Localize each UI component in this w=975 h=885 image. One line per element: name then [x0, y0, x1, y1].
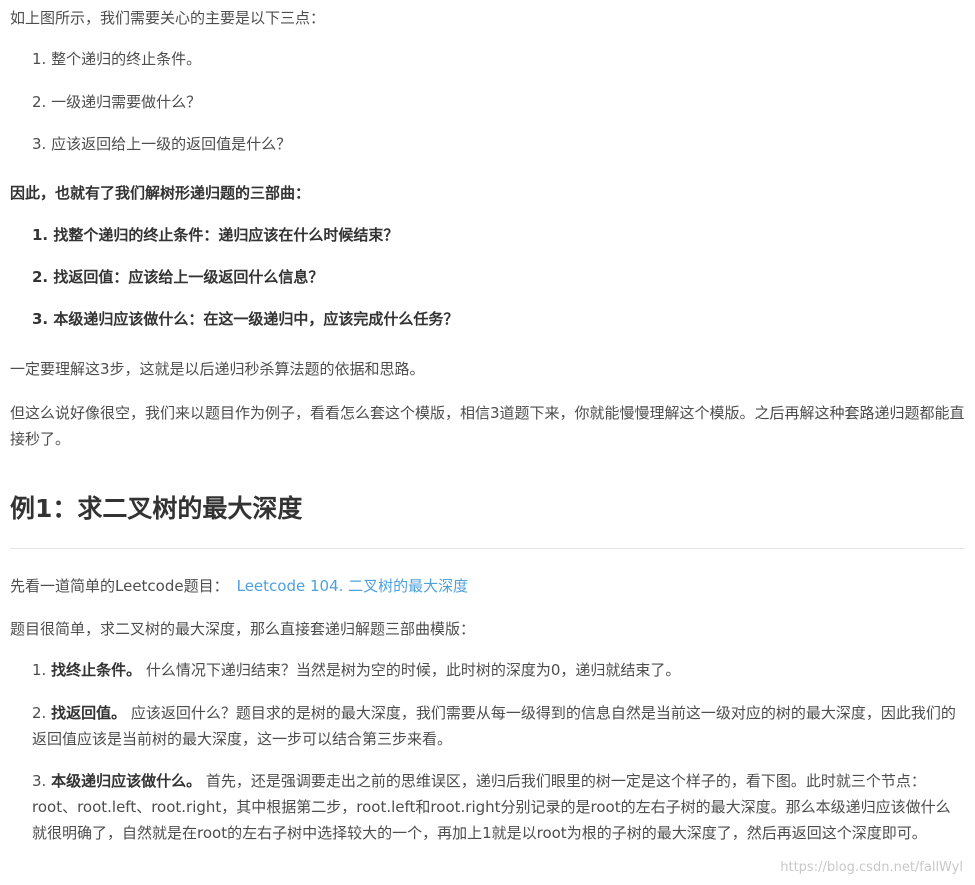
step-label: 本级递归应该做什么。 [51, 772, 202, 790]
point-item-2: 2. 一级递归需要做什么？ [32, 93, 202, 111]
step-number: 2. [32, 704, 47, 722]
leetcode-line: 先看一道简单的Leetcode题目： Leetcode 104. 二叉树的最大深度 [10, 576, 965, 596]
step-number: 1. [32, 661, 47, 679]
watermark: https://blog.csdn.net/fallWyl [780, 860, 963, 875]
three-step-item-3: 3. 本级递归应该做什么：在这一级递归中，应该完成什么任务？ [32, 310, 459, 328]
intro-text: 如上图所示，我们需要关心的主要是以下三点： [10, 9, 326, 27]
paragraph-simple: 题目很简单，求二叉树的最大深度，那么直接套递归解题三部曲模版： [10, 620, 476, 638]
point-item-1: 1. 整个递归的终止条件。 [32, 50, 202, 68]
three-step-item-1: 1. 找整个递归的终止条件：递归应该在什么时候结束？ [32, 226, 399, 244]
paragraph-understand: 一定要理解这3步，这就是以后递归秒杀算法题的依据和思路。 [10, 360, 425, 378]
paragraph-example-intro: 但这么说好像很空，我们来以题目作为例子，看看怎么套这个模版，相信3道题下来，你就… [10, 404, 965, 448]
step-item-3: 3. 本级递归应该做什么。 首先，还是强调要走出之前的思维误区，递归后我们眼里的… [32, 768, 962, 846]
step-item-2: 2. 找返回值。 应该返回什么？题目求的是树的最大深度，我们需要从每一级得到的信… [32, 700, 962, 752]
leetcode-intro-text: 先看一道简单的Leetcode题目： [10, 577, 229, 595]
heading-divider [10, 548, 965, 549]
three-steps-title: 因此，也就有了我们解树形递归题的三部曲： [10, 184, 311, 202]
leetcode-link[interactable]: Leetcode 104. 二叉树的最大深度 [237, 577, 469, 595]
step-number: 3. [32, 772, 47, 790]
step-label: 找返回值。 [51, 704, 127, 722]
step-item-1: 1. 找终止条件。 什么情况下递归结束？当然是树为空的时候，此时树的深度为0，递… [32, 657, 962, 683]
step-text: 应该返回什么？题目求的是树的最大深度，我们需要从每一级得到的信息自然是当前这一级… [32, 704, 956, 748]
example-heading: 例1：求二叉树的最大深度 [10, 494, 303, 523]
three-step-item-2: 2. 找返回值：应该给上一级返回什么信息？ [32, 268, 324, 286]
point-item-3: 3. 应该返回给上一级的返回值是什么？ [32, 135, 292, 153]
step-label: 找终止条件。 [51, 661, 142, 679]
step-text: 什么情况下递归结束？当然是树为空的时候，此时树的深度为0，递归就结束了。 [141, 661, 681, 679]
